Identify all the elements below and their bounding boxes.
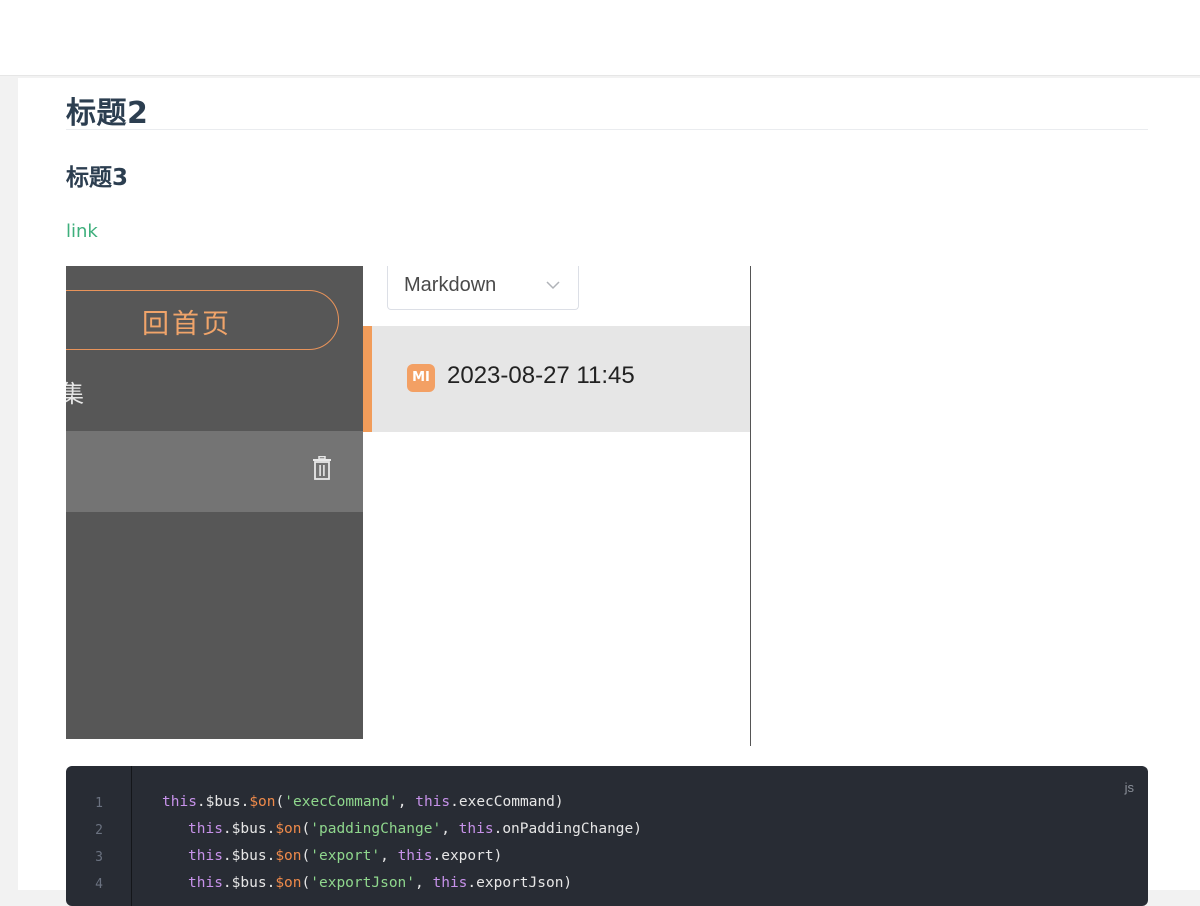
code-token: .$bus.: [222, 821, 276, 837]
heading-2: 标题2: [66, 96, 149, 131]
code-language-label: js: [1124, 780, 1134, 795]
screenshot-sidebar: 回首页 集: [66, 266, 363, 739]
screenshot-divider: [750, 266, 751, 746]
note-active-accent: [363, 326, 372, 432]
format-select-value: Markdown: [404, 274, 497, 296]
chevron-down-icon: [546, 281, 560, 290]
code-token: 'exportJson': [310, 875, 416, 891]
code-token: (: [301, 821, 311, 837]
line-number: 1: [95, 796, 103, 811]
code-token: ,: [380, 848, 398, 864]
home-button-label: 回首页: [142, 309, 232, 340]
code-token: .export): [432, 848, 503, 864]
code-token: 'execCommand': [284, 794, 398, 810]
code-token: this: [188, 821, 223, 837]
code-block: 1234 js this.$bus.$on('execCommand', thi…: [66, 766, 1148, 906]
line-number: 3: [95, 850, 103, 865]
code-token: this: [458, 821, 494, 837]
code-token: this: [415, 794, 451, 810]
code-token: this: [188, 848, 223, 864]
code-token: this: [397, 848, 433, 864]
code-token: .$bus.: [196, 794, 250, 810]
screenshot-note-list: Markdown MI 2023-08-27 11:45: [363, 266, 752, 748]
mi-logo-icon: MI: [407, 364, 435, 392]
code-line: this.$bus.$on('paddingChange', this.onPa…: [188, 821, 642, 837]
code-token: $on: [275, 848, 302, 864]
code-line: this.$bus.$on('export', this.export): [188, 848, 502, 864]
code-token: $on: [275, 821, 302, 837]
code-token: ,: [397, 794, 416, 810]
code-token: .$bus.: [222, 848, 276, 864]
markdown-content: 标题2 标题3 link 回首页 集 Markdown MI 2023-08-2…: [18, 78, 1200, 906]
code-token: .exportJson): [467, 875, 573, 891]
note-date: 2023-08-27 11:45: [447, 362, 635, 389]
embedded-screenshot: 回首页 集 Markdown MI 2023-08-27 11:45: [66, 266, 752, 748]
heading-divider: [66, 129, 1148, 130]
heading-3: 标题3: [66, 165, 129, 191]
code-line: this.$bus.$on('execCommand', this.execCo…: [162, 794, 564, 810]
note-list-item: MI 2023-08-27 11:45: [363, 326, 751, 432]
code-token: this: [162, 794, 197, 810]
code-token: (: [301, 875, 311, 891]
trash-icon: [313, 456, 331, 480]
code-token: 'paddingChange': [310, 821, 442, 837]
line-number: 2: [95, 823, 103, 838]
code-token: 'export': [310, 848, 381, 864]
code-token: this: [432, 875, 468, 891]
code-token: $on: [275, 875, 302, 891]
code-token: ,: [415, 875, 433, 891]
code-token: .execCommand): [450, 794, 564, 810]
code-token: (: [301, 848, 311, 864]
top-navbar: [0, 0, 1200, 76]
code-token: .onPaddingChange): [493, 821, 642, 837]
code-token: $on: [249, 794, 276, 810]
format-select: Markdown: [387, 266, 579, 310]
code-token: ,: [441, 821, 459, 837]
code-token: .$bus.: [222, 875, 276, 891]
code-token: this: [188, 875, 223, 891]
sidebar-partial-text: 集: [66, 380, 84, 408]
code-line: this.$bus.$on('exportJson', this.exportJ…: [188, 875, 572, 891]
code-token: (: [275, 794, 285, 810]
code-gutter: 1234: [66, 766, 132, 906]
content-link[interactable]: link: [66, 221, 98, 242]
